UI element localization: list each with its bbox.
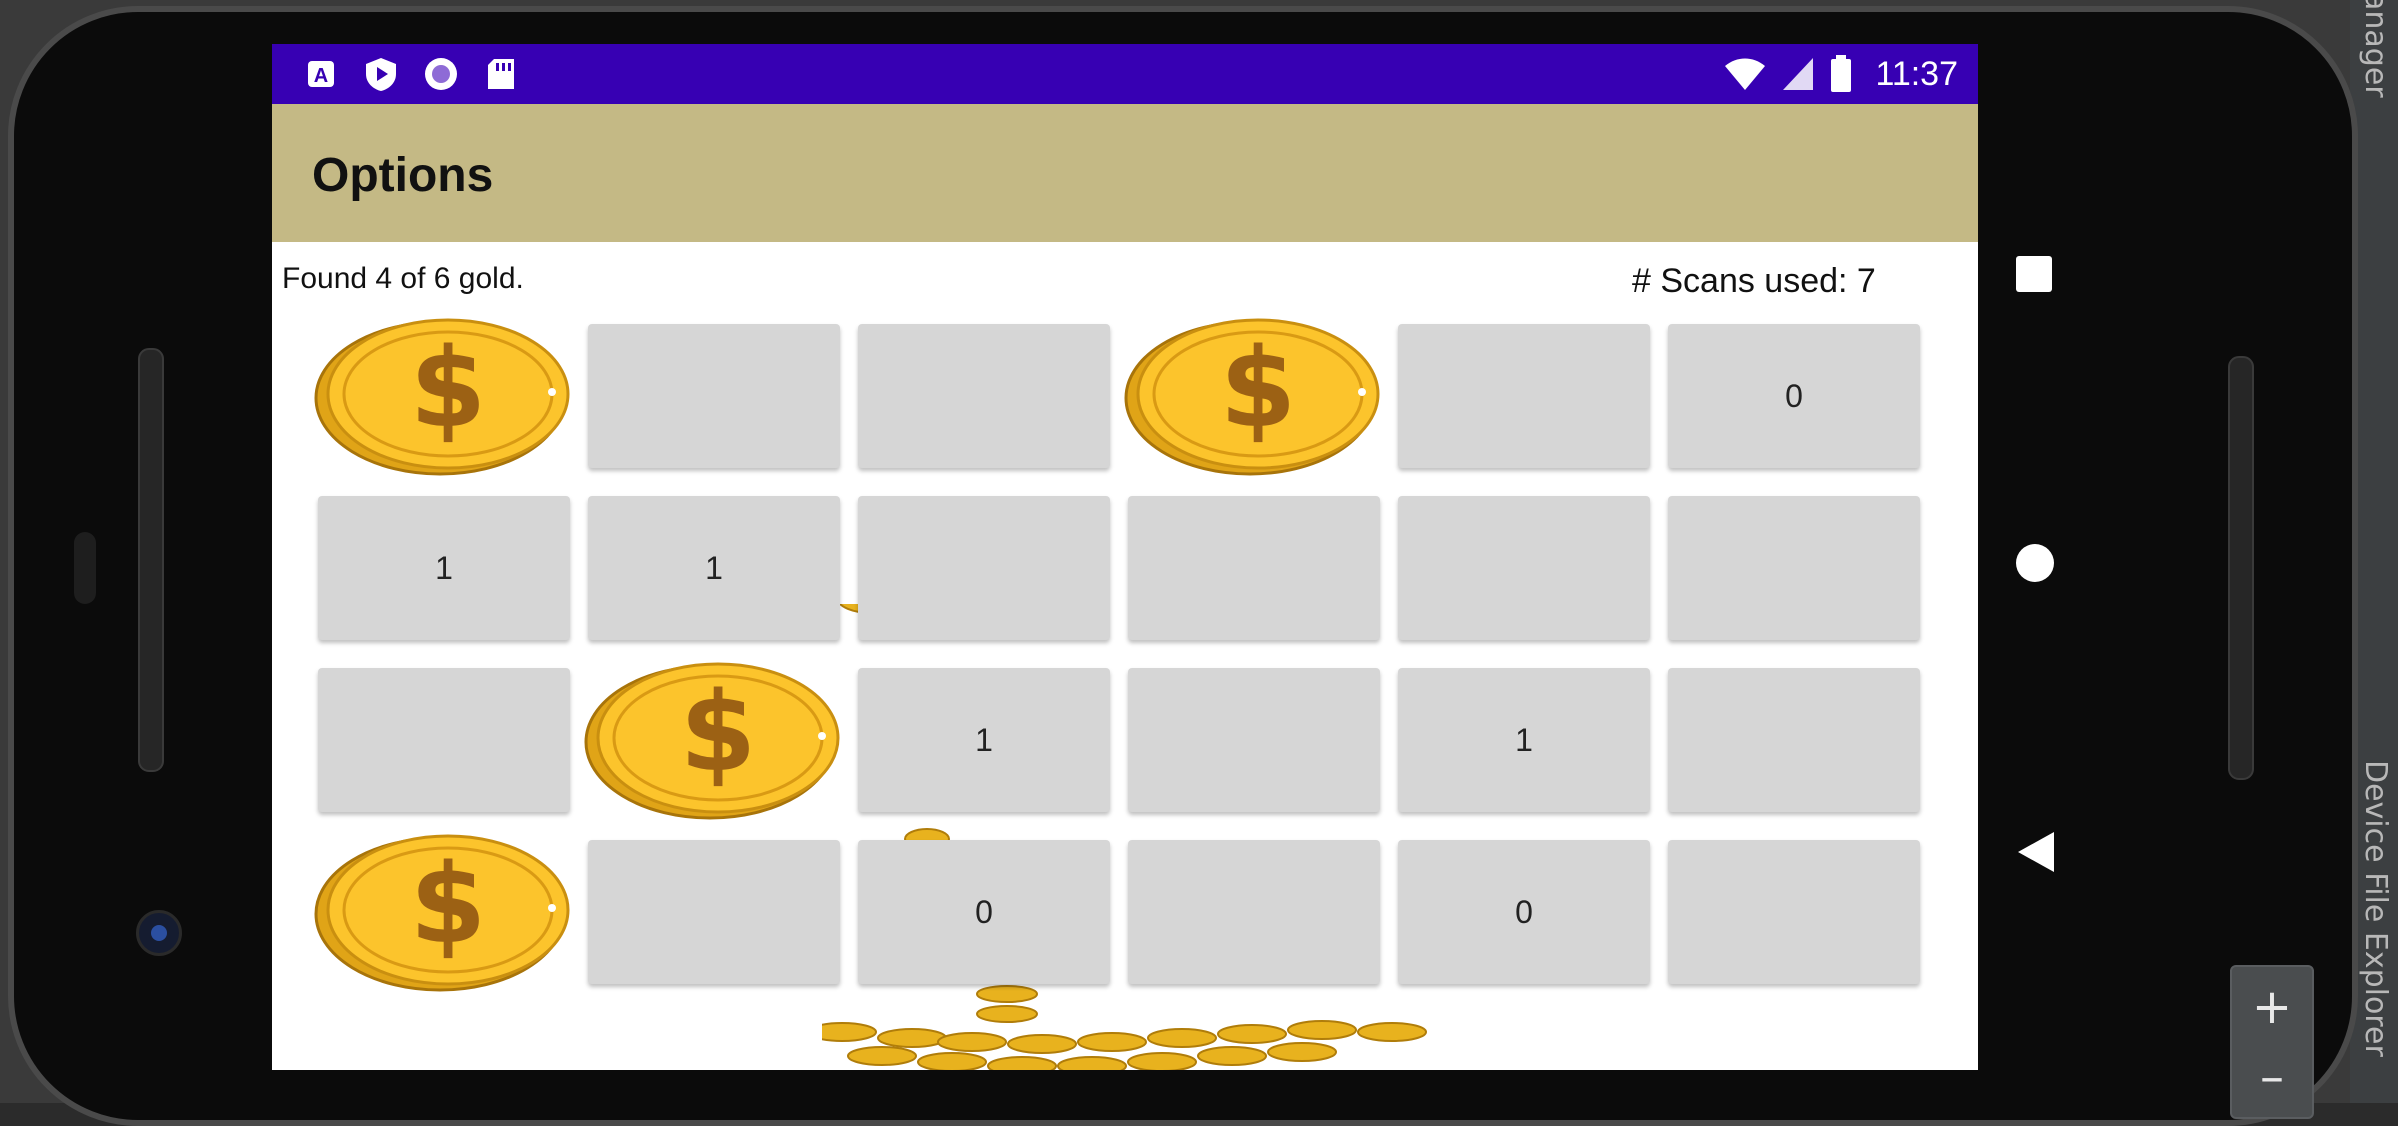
side-tab-device-file-explorer[interactable]: Device File Explorer xyxy=(2358,760,2393,1057)
grid-cell-scanned[interactable]: 1 xyxy=(858,668,1110,812)
grid-cell-unscanned[interactable] xyxy=(858,496,1110,640)
game-grid: $ $ 0 1 1 $ 1 1 $ 0 0 xyxy=(272,44,1978,1070)
gold-coin-icon: $ xyxy=(1124,318,1380,476)
side-tab-manager[interactable]: anager xyxy=(2358,0,2393,98)
grid-cell-gold[interactable]: $ xyxy=(582,658,844,820)
grid-cell-value: 0 xyxy=(1515,893,1533,930)
grid-cell-value: 0 xyxy=(1785,377,1803,414)
sensor xyxy=(74,532,96,604)
grid-cell-value: 0 xyxy=(975,893,993,930)
front-camera xyxy=(136,910,182,956)
svg-text:$: $ xyxy=(680,668,757,796)
grid-cell-unscanned[interactable] xyxy=(1668,668,1920,812)
grid-cell-unscanned[interactable] xyxy=(318,668,570,812)
gold-coin-icon: $ xyxy=(314,834,570,992)
grid-cell-gold[interactable]: $ xyxy=(312,830,574,992)
svg-text:$: $ xyxy=(410,840,487,968)
square-icon xyxy=(2016,256,2052,292)
svg-text:$: $ xyxy=(1220,324,1297,452)
grid-cell-scanned[interactable]: 0 xyxy=(1398,840,1650,984)
grid-cell-unscanned[interactable] xyxy=(1398,324,1650,468)
recents-button[interactable] xyxy=(2014,254,2054,298)
grid-cell-value: 1 xyxy=(705,549,723,586)
grid-cell-gold[interactable]: $ xyxy=(1122,314,1384,476)
back-button[interactable] xyxy=(2016,830,2056,878)
grid-cell-value: 1 xyxy=(975,721,993,758)
grid-cell-gold[interactable]: $ xyxy=(312,314,574,476)
grid-cell-unscanned[interactable] xyxy=(1128,496,1380,640)
circle-icon xyxy=(2016,544,2054,582)
device-screen: A 11:37 Options Found 4 of 6 gold. # Sca… xyxy=(272,44,1978,1070)
back-triangle-icon xyxy=(2018,832,2054,872)
grid-cell-unscanned[interactable] xyxy=(858,324,1110,468)
grid-cell-scanned[interactable]: 0 xyxy=(858,840,1110,984)
grid-cell-unscanned[interactable] xyxy=(1668,496,1920,640)
gold-coin-icon: $ xyxy=(584,662,840,820)
grid-cell-scanned[interactable]: 1 xyxy=(588,496,840,640)
grid-cell-unscanned[interactable] xyxy=(1128,840,1380,984)
grid-cell-unscanned[interactable] xyxy=(588,840,840,984)
grid-cell-unscanned[interactable] xyxy=(588,324,840,468)
grid-cell-unscanned[interactable] xyxy=(1128,668,1380,812)
svg-text:$: $ xyxy=(410,324,487,452)
grid-cell-unscanned[interactable] xyxy=(1398,496,1650,640)
right-speaker xyxy=(2228,356,2254,780)
zoom-in-button[interactable]: + xyxy=(2232,977,2312,1037)
grid-cell-unscanned[interactable] xyxy=(1668,840,1920,984)
gold-coin-icon: $ xyxy=(314,318,570,476)
grid-cell-value: 1 xyxy=(435,549,453,586)
zoom-panel: + – xyxy=(2230,965,2314,1119)
left-speaker xyxy=(138,348,164,772)
zoom-out-button[interactable]: – xyxy=(2232,1047,2312,1107)
grid-cell-scanned[interactable]: 1 xyxy=(1398,668,1650,812)
grid-cell-scanned[interactable]: 0 xyxy=(1668,324,1920,468)
home-button[interactable] xyxy=(2014,542,2056,588)
grid-cell-scanned[interactable]: 1 xyxy=(318,496,570,640)
grid-cell-value: 1 xyxy=(1515,721,1533,758)
